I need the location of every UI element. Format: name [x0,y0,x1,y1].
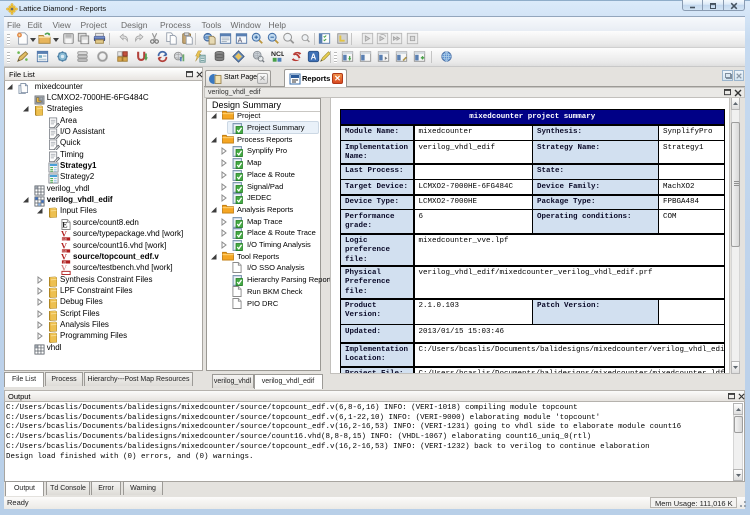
svg-text:A: A [237,37,242,44]
svg-text:A: A [311,53,317,62]
svg-text:NCL: NCL [271,52,284,59]
